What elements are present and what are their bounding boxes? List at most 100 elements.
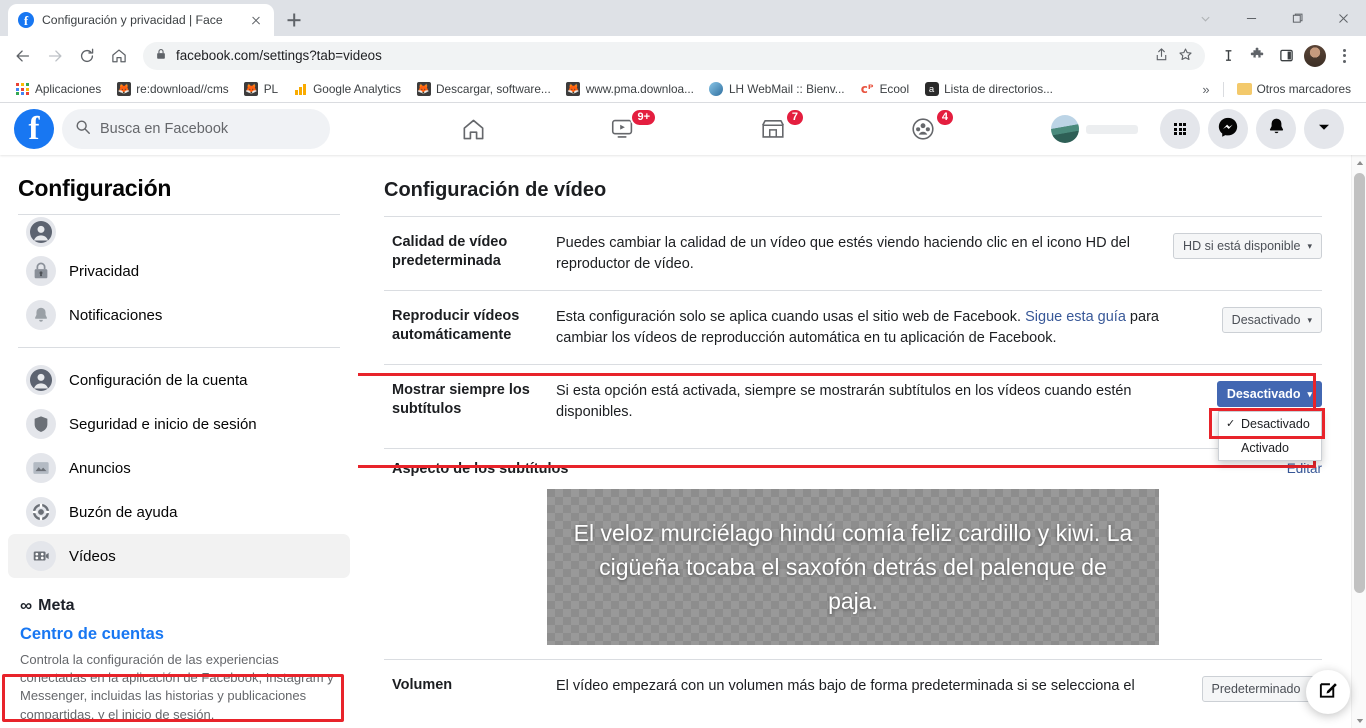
bookmark-ecool[interactable]: ᴄᴾ Ecool bbox=[854, 80, 916, 99]
chevron-down-icon[interactable] bbox=[1182, 0, 1228, 36]
sidebar-item-notificaciones[interactable]: Notificaciones bbox=[8, 293, 350, 337]
dropdown-option-activado[interactable]: Activado bbox=[1219, 436, 1321, 460]
guide-link[interactable]: Sigue esta guía bbox=[1025, 309, 1126, 325]
close-icon[interactable] bbox=[248, 12, 264, 28]
chevron-down-icon: ▾ bbox=[1307, 240, 1312, 251]
badge-marketplace: 7 bbox=[784, 108, 805, 127]
bookmark-label: www.pma.downloa... bbox=[585, 82, 694, 96]
profile-chip[interactable] bbox=[1051, 115, 1138, 143]
search-input[interactable]: Busca en Facebook bbox=[62, 109, 330, 149]
sidebar-item-buzon-ayuda[interactable]: Buzón de ayuda bbox=[8, 490, 350, 534]
messenger-button[interactable] bbox=[1208, 109, 1248, 149]
bookmark-google-analytics[interactable]: Google Analytics bbox=[287, 80, 407, 99]
bell-icon bbox=[26, 300, 56, 330]
row-description: Esta configuración solo se aplica cuando… bbox=[556, 307, 1210, 348]
menu-grid-button[interactable] bbox=[1160, 109, 1200, 149]
bookmark-lh-webmail[interactable]: LH WebMail :: Bienv... bbox=[703, 80, 851, 99]
dropdown-option-desactivado[interactable]: Desactivado bbox=[1219, 412, 1321, 436]
reader-mode-icon[interactable] bbox=[1214, 42, 1242, 70]
other-bookmarks-folder[interactable]: Otros marcadores bbox=[1231, 80, 1357, 99]
firefox-favicon: 🦊 bbox=[244, 82, 259, 96]
nav-tab-watch[interactable]: 9+ bbox=[573, 106, 673, 152]
reload-icon[interactable] bbox=[72, 41, 102, 71]
sidebar-item-label: Notificaciones bbox=[69, 306, 163, 324]
divider bbox=[1222, 81, 1224, 97]
bookmark-label: PL bbox=[263, 82, 279, 96]
chevron-down-icon: ▾ bbox=[1307, 314, 1312, 325]
sidebar-item-privacidad[interactable]: Privacidad bbox=[8, 249, 350, 293]
minimize-icon[interactable] bbox=[1228, 0, 1274, 36]
volume-select[interactable]: Predeterminado ▾ bbox=[1201, 676, 1322, 703]
chevron-down-icon: ▾ bbox=[1307, 388, 1312, 399]
forward-arrow-icon[interactable] bbox=[40, 41, 70, 71]
new-tab-button[interactable] bbox=[280, 6, 308, 34]
bookmark-redownload-cms[interactable]: 🦊 re:download//cms bbox=[110, 80, 234, 99]
bookmark-lista-directorios[interactable]: a Lista de directorios... bbox=[918, 80, 1059, 99]
sidebar-item-profile[interactable] bbox=[8, 215, 350, 249]
scroll-up-arrow-icon[interactable] bbox=[1352, 155, 1366, 170]
bookmarks-overflow-button[interactable]: » bbox=[1196, 82, 1215, 97]
address-bar[interactable]: facebook.com/settings?tab=videos bbox=[143, 41, 1205, 70]
extensions-puzzle-icon[interactable] bbox=[1243, 42, 1271, 70]
sidebar-item-label: Configuración de la cuenta bbox=[69, 371, 248, 389]
compose-edit-button[interactable] bbox=[1306, 670, 1350, 714]
maximize-icon[interactable] bbox=[1274, 0, 1320, 36]
nav-tab-marketplace[interactable]: 7 bbox=[723, 106, 823, 152]
nav-tab-home[interactable] bbox=[423, 106, 523, 152]
autoplay-select[interactable]: Desactivado ▾ bbox=[1221, 307, 1322, 334]
home-icon[interactable] bbox=[104, 41, 134, 71]
account-menu-button[interactable] bbox=[1304, 109, 1344, 149]
scrollbar-thumb[interactable] bbox=[1354, 173, 1365, 593]
bookmark-pl[interactable]: 🦊 PL bbox=[238, 80, 284, 99]
sidebar-item-seguridad[interactable]: Seguridad e inicio de sesión bbox=[8, 402, 350, 446]
lock-icon bbox=[155, 48, 167, 63]
centro-de-cuentas-link[interactable]: Centro de cuentas bbox=[20, 625, 340, 644]
bookmark-label: re:download//cms bbox=[136, 82, 229, 96]
profile-avatar-icon[interactable] bbox=[1301, 42, 1329, 70]
close-icon[interactable] bbox=[1320, 0, 1366, 36]
firefox-favicon: 🦊 bbox=[416, 82, 431, 96]
chevron-down-icon bbox=[1317, 120, 1331, 139]
bookmark-apps[interactable]: Aplicaciones bbox=[9, 80, 107, 99]
apache-icon: a bbox=[924, 82, 939, 97]
nav-tab-groups[interactable]: 4 bbox=[873, 106, 973, 152]
back-arrow-icon[interactable] bbox=[8, 41, 38, 71]
sidebar-item-videos[interactable]: Vídeos bbox=[8, 534, 350, 578]
bookmark-pma-download[interactable]: 🦊 www.pma.downloa... bbox=[560, 80, 700, 99]
chrome-menu-kebab-icon[interactable] bbox=[1330, 42, 1358, 70]
edit-link[interactable]: Editar bbox=[1287, 461, 1322, 476]
firefox-favicon: 🦊 bbox=[116, 82, 131, 96]
subtitles-select[interactable]: Desactivado ▾ bbox=[1216, 381, 1322, 408]
facebook-logo[interactable]: f bbox=[14, 109, 54, 149]
row-control: HD si está disponible ▾ bbox=[1173, 233, 1322, 259]
sidebar-item-anuncios[interactable]: Anuncios bbox=[8, 446, 350, 490]
sidepanel-icon[interactable] bbox=[1272, 42, 1300, 70]
bookmark-descargar-software[interactable]: 🦊 Descargar, software... bbox=[410, 80, 557, 99]
vertical-scrollbar[interactable] bbox=[1351, 155, 1366, 728]
browser-window: f Configuración y privacidad | Face face… bbox=[0, 0, 1366, 728]
section-title: Configuración de vídeo bbox=[384, 179, 607, 201]
bookmark-label: Google Analytics bbox=[313, 82, 401, 96]
header-nav-tabs: 9+ 7 4 bbox=[398, 106, 998, 152]
subtitles-dropdown-menu: Desactivado Activado bbox=[1209, 408, 1325, 462]
facebook-page: f Busca en Facebook 9+ 7 4 Configuración… bbox=[0, 103, 1366, 728]
share-icon[interactable] bbox=[1154, 47, 1169, 65]
video-quality-select[interactable]: HD si está disponible ▾ bbox=[1173, 233, 1322, 259]
sidebar-item-label: Buzón de ayuda bbox=[69, 503, 178, 521]
setting-row-subtitles: Mostrar siempre los subtítulos Si esta o… bbox=[384, 364, 1325, 462]
facebook-header: f Busca en Facebook 9+ 7 4 bbox=[0, 103, 1366, 155]
globe-icon bbox=[709, 82, 724, 97]
settings-content: Configuración de vídeo Calidad de vídeo … bbox=[358, 155, 1366, 718]
notifications-button[interactable] bbox=[1256, 109, 1296, 149]
header-right bbox=[1051, 109, 1366, 149]
page-title: Configuración bbox=[18, 175, 172, 201]
tab-title: Configuración y privacidad | Face bbox=[42, 13, 223, 27]
browser-tab[interactable]: f Configuración y privacidad | Face bbox=[8, 4, 274, 36]
scroll-down-arrow-icon[interactable] bbox=[1352, 713, 1366, 728]
meta-description: Controla la configuración de las experie… bbox=[20, 652, 334, 722]
setting-row-video-quality: Calidad de vídeo predeterminada Puedes c… bbox=[384, 216, 1322, 290]
sidebar-item-label: Anuncios bbox=[69, 459, 131, 477]
sidebar-item-configuracion-cuenta[interactable]: Configuración de la cuenta bbox=[8, 358, 350, 402]
star-icon[interactable] bbox=[1178, 47, 1193, 65]
ecool-icon: ᴄᴾ bbox=[860, 82, 874, 96]
